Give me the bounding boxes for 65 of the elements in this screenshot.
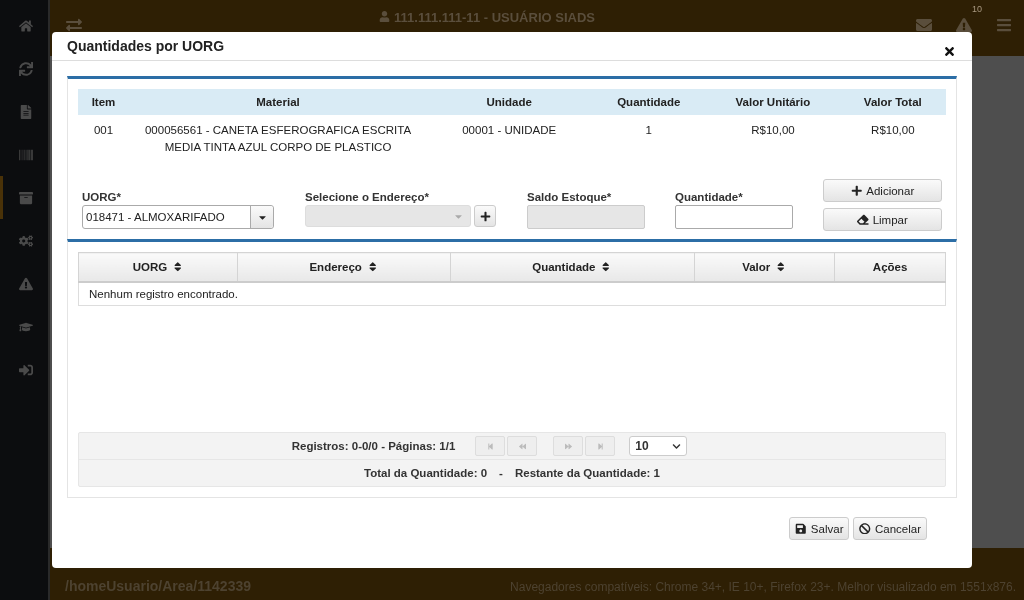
sign-in-icon [18,362,33,377]
column-header: Valor Unitário [706,89,840,115]
first-page-icon [486,442,494,450]
swap-icon[interactable] [66,17,82,33]
add-button[interactable]: Adicionar [823,179,942,202]
home-icon [18,18,33,33]
table-cell: R$10,00 [839,115,946,163]
clear-button[interactable]: Limpar [823,208,942,231]
table-cell: 001 [78,115,129,163]
column-header: Item [78,89,129,115]
field-label: UORG* [82,191,122,203]
warning-icon[interactable] [956,17,972,33]
column-header: Ações [834,252,946,282]
sort-icon [775,261,787,273]
table-cell: R$10,00 [706,115,840,163]
field-label: Quantidade* [675,191,744,203]
add-address-button[interactable] [474,205,496,227]
last-page-icon [596,442,604,450]
plus-icon [479,210,491,222]
remaining-quantity: Restante da Quantidade: 1 [514,467,660,479]
plus-icon [850,184,863,197]
modal-title: Quantidades por UORG [67,38,225,54]
user-label: 111.111.111-11 - USUÁRIO SIADS [82,9,892,25]
cancel-icon [859,522,871,535]
gears-icon [18,233,33,248]
quantity-field[interactable] [675,205,793,229]
column-header[interactable]: Endereço [237,252,450,282]
separator: - [499,467,503,479]
save-icon [795,522,807,535]
table-cell: 1 [591,115,707,163]
column-header: Valor Total [839,89,946,115]
uorg-select[interactable]: 018471 - ALMOXARIFADO [82,205,274,229]
file-icon [18,104,33,119]
eraser-icon [857,213,869,226]
column-header[interactable]: UORG [78,252,238,282]
next-page-icon [564,442,572,450]
archive-icon [18,190,33,205]
warning-icon [18,276,33,291]
cancel-button[interactable]: Cancelar [853,517,927,540]
sync-icon [18,61,33,76]
barcode-icon [18,147,33,162]
empty-message: Nenhum registro encontrado. [78,282,946,306]
column-header: Material [129,89,427,115]
total-quantity: Total da Quantidade: 0 [364,467,488,479]
table-cell: 000056561 - CANETA ESFEROGRAFICA ESCRITA MEDIA TINTA AZUL CORPO DE PLASTICO [129,115,427,163]
alert-count: 10 [972,4,982,14]
chevron-icon [672,441,682,451]
column-header: Quantidade [591,89,707,115]
previous-page-icon [518,442,526,450]
page-size-select[interactable]: 10 [629,436,688,456]
column-header[interactable]: Quantidade [450,252,695,282]
menu-icon[interactable] [996,17,1012,33]
user-icon [379,10,391,22]
records-summary: Registros: 0-0/0 - Páginas: 1/1 [291,440,456,452]
table-cell: 00001 - UNIDADE [427,115,592,163]
sort-icon [172,261,184,273]
close-button[interactable] [943,44,956,58]
field-label: Saldo Estoque* [527,191,613,203]
sort-icon [600,261,612,273]
field-label: Selecione o Endereço* [305,191,430,203]
column-header: Unidade [427,89,592,115]
close-icon [943,44,956,58]
column-header[interactable]: Valor [694,252,835,282]
mail-icon[interactable] [916,17,932,33]
save-button[interactable]: Salvar [789,517,850,540]
